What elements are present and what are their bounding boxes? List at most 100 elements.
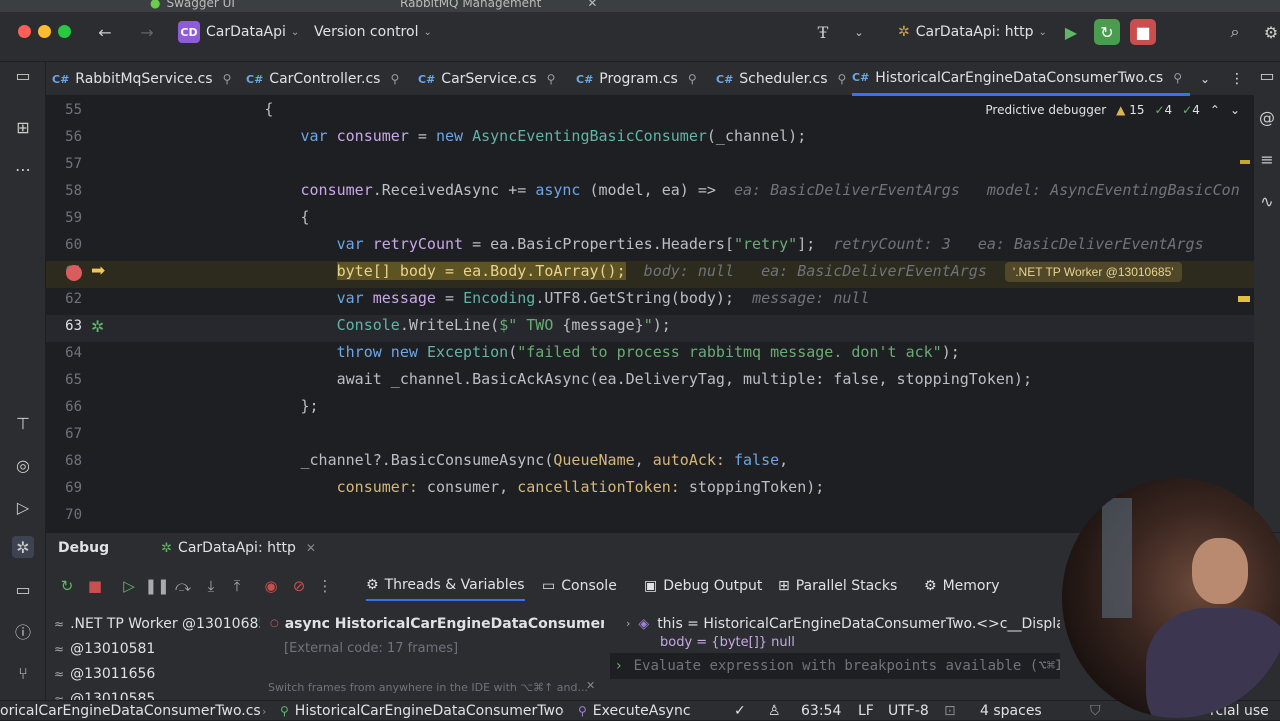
breakpoint-icon[interactable] [66,265,82,281]
chevron-up-icon[interactable]: ⌃ [1210,103,1220,117]
git-icon[interactable]: ⑂ [12,662,34,684]
structure-icon[interactable]: ⊞ [12,116,34,138]
terminal-icon[interactable]: ▭ [12,578,34,600]
session-tab[interactable]: CarDataApi: http [178,540,296,556]
breadcrumb-method[interactable]: ⚲ ExecuteAsync [578,701,691,721]
view-breakpoints-icon[interactable]: ◉ [260,571,282,601]
check-icon[interactable]: ✓ [734,701,746,721]
pin-icon[interactable]: ⚲ [223,72,232,86]
step-into-icon[interactable]: ⤓ [200,571,222,601]
forward-arrow-icon[interactable]: → [134,19,160,45]
folder-icon[interactable]: ▭ [12,64,34,86]
resume-icon[interactable]: ▷ [118,571,140,601]
tab-label: CarController.cs [269,71,381,87]
step-over-icon[interactable]: ⤼ [172,571,194,601]
hammer-icon[interactable]: ⊤ [12,412,34,434]
chevron-down-icon[interactable]: ⌄ [846,19,872,45]
evaluate-field[interactable]: › Evaluate expression with breakpoints av… [610,653,1060,679]
bug-icon: ✲ [161,540,173,556]
browser-tab-rabbitmq[interactable]: RabbitMQ Management ✕ [400,0,597,11]
rerun-icon[interactable]: ↻ [56,571,78,601]
thread-item[interactable]: ≈ .NET TP Worker @13010685 [54,611,267,636]
stop-icon[interactable]: ■ [84,571,106,601]
mute-breakpoints-icon[interactable]: ⊘ [288,571,310,601]
close-icon[interactable]: ✕ [586,679,595,692]
more-icon[interactable]: ⋮ [314,571,336,601]
file-encoding[interactable]: UTF-8 [888,701,929,721]
code-line-59: { [156,208,310,226]
line-number: 58 [65,183,82,199]
scroll-marker[interactable] [1240,160,1250,164]
pin-icon[interactable]: ⚲ [390,72,399,86]
tab-car-service[interactable]: C# CarService.cs ⚲ [418,62,555,96]
pause-icon[interactable]: ❚❚ [144,571,169,601]
code-line-58: consumer.ReceivedAsync += async (model, … [300,181,1240,199]
gear-icon[interactable]: ⚙ [1258,19,1280,45]
project-selector[interactable]: CD CarDataApi ⌄ [178,16,299,48]
chevron-down-icon[interactable]: ⌄ [1200,62,1210,96]
tab-memory[interactable]: ⚙ Memory [924,571,1000,601]
rerun-debug-icon[interactable]: ↻ [1094,19,1120,45]
tab-program[interactable]: C# Program.cs ⚲ [576,62,697,96]
vcs-menu[interactable]: Version control ⌄ [314,16,432,48]
debug-icon[interactable]: ✲ [12,536,34,558]
weak-check-icon[interactable]: ✓4 [1182,103,1200,117]
pin-icon[interactable]: ⚲ [547,72,556,86]
tab-threads-variables[interactable]: ⚙ Threads & Variables [366,571,525,601]
caret-position[interactable]: 63:54 [801,701,841,721]
tab-historical-consumer-two[interactable]: C# HistoricalCarEngineDataConsumerTwo.cs ⚲ [852,62,1191,96]
inlay-hint: message: null [752,289,870,307]
more-icon[interactable]: ⋯ [12,158,34,180]
switch-frames-tip: Switch frames from anywhere in the IDE w… [268,681,588,694]
run-icon[interactable]: ▷ [12,496,34,518]
more-icon[interactable]: ⋮ [1230,62,1244,96]
breadcrumb-class[interactable]: ⚲ HistoricalCarEngineDataConsumerTwo [280,701,564,721]
external-frames[interactable]: [External code: 17 frames] [284,636,458,661]
problems-icon[interactable]: ⓘ [12,620,34,642]
warning-icon[interactable]: ▲ 15 [1116,103,1144,117]
chevron-down-icon[interactable]: ⌄ [1230,103,1240,117]
notifications-icon[interactable]: ▭ [1256,64,1278,86]
tab-car-controller[interactable]: C# CarController.cs ⚲ [246,62,399,96]
thread-item[interactable]: ≈ @13010581 [54,636,155,661]
tab-parallel-stacks[interactable]: ⊞ Parallel Stacks [778,571,897,601]
lock-icon[interactable]: ⊡ [944,701,956,721]
stop-icon[interactable]: ■ [1130,19,1156,45]
close-icon[interactable]: ✕ [306,541,316,555]
database-icon[interactable]: ≡ [1256,148,1278,170]
resume-icon[interactable]: ▶ [1058,19,1084,45]
tab-console[interactable]: ▭ Console [542,571,617,601]
services-icon[interactable]: ◎ [12,454,34,476]
pin-icon[interactable]: ⚲ [1173,71,1182,85]
predictive-debugger-label[interactable]: Predictive debugger [985,103,1106,117]
thread-badge[interactable]: '.NET TP Worker @13010685' [1004,262,1182,282]
tab-label: Parallel Stacks [795,578,898,594]
scroll-marker[interactable] [1238,296,1250,302]
line-separator[interactable]: LF [858,701,874,721]
pulse-icon[interactable]: ∿ [1256,190,1278,212]
back-arrow-icon[interactable]: ← [92,19,118,45]
search-icon[interactable]: ⌕ [1222,19,1248,45]
frame-item[interactable]: ○ async HistoricalCarEngineDataConsumerTw… [270,611,604,636]
inlay-hint: ea: BasicDeliverEventArgs [977,235,1204,253]
pin-icon[interactable]: ⚲ [688,72,697,86]
breadcrumb-file[interactable]: oricalCarEngineDataConsumerTwo.cs [0,701,261,721]
variable-item[interactable]: body = {byte[]} null [660,635,795,649]
user-icon[interactable]: ♙ [768,701,781,721]
tab-scheduler[interactable]: C# Scheduler.cs ⚲ [716,62,846,96]
indent-setting[interactable]: 4 spaces [980,701,1042,721]
check-icon[interactable]: ✓4 [1154,103,1172,117]
variable-item[interactable]: › ◈ this = HistoricalCarEngineDataConsumer… [626,611,1060,636]
step-out-icon[interactable]: ⤒ [226,571,248,601]
run-config-selector[interactable]: ✲ CarDataApi: http ⌄ [898,16,1047,48]
hammer-build-icon[interactable]: Ŧ [810,19,836,45]
tab-debug-output[interactable]: ▣ Debug Output [644,571,762,601]
stacks-icon: ⊞ [778,578,790,594]
code-editor[interactable]: 55 56 57 58 59 60 61 62 63 64 65 66 67 6… [46,96,1254,522]
thread-item[interactable]: ≈ @13011656 [54,661,155,686]
shield-icon[interactable]: ⛉ [1090,701,1101,721]
pin-icon[interactable]: ⚲ [838,72,847,86]
ai-icon[interactable]: @ [1256,106,1278,128]
tab-rabbitmq-service[interactable]: C# RabbitMqService.cs ⚲ [52,62,231,96]
browser-tab-swagger[interactable]: ● Swagger UI [150,0,235,11]
